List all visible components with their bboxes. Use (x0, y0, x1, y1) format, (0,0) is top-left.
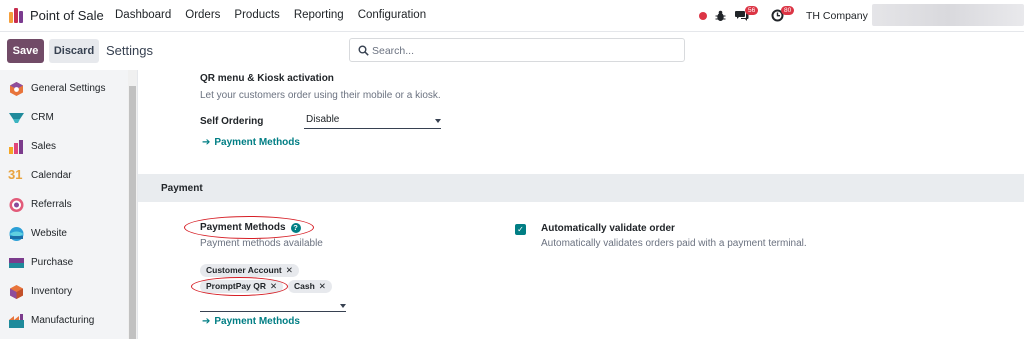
sidebar-item-label: General Settings (31, 83, 106, 94)
search-bar[interactable] (349, 38, 685, 62)
self-ordering-label: Self Ordering (200, 116, 264, 127)
inventory-icon (10, 284, 23, 299)
self-ordering-select[interactable]: Disable (304, 112, 441, 129)
menu-orders[interactable]: Orders (185, 9, 220, 21)
arrow-right-icon: ➔ (202, 137, 211, 148)
status-dot-icon[interactable] (699, 12, 707, 20)
settings-sidebar: General Settings CRM Sales 31 Calendar R… (0, 70, 138, 339)
discard-button[interactable]: Discard (49, 39, 99, 63)
referrals-icon (9, 197, 24, 212)
user-avatar-redacted[interactable] (872, 4, 1024, 26)
search-icon (358, 45, 369, 56)
manufacturing-icon (9, 313, 24, 328)
calendar-icon: 31 (8, 167, 23, 182)
arrow-right-icon: ➔ (202, 316, 211, 327)
payment-methods-link[interactable]: ➔ Payment Methods (202, 316, 300, 327)
sidebar-item-label: Referrals (31, 199, 72, 210)
tag-label: Cash (294, 281, 315, 291)
auto-validate-checkbox[interactable]: ✓ (515, 224, 526, 235)
sidebar-item-label: Inventory (31, 286, 73, 297)
tag-cash: Cash ✕ (288, 280, 332, 293)
self-order-payment-methods-link[interactable]: ➔ Payment Methods (202, 137, 300, 148)
tag-customer-account: Customer Account ✕ (200, 264, 299, 277)
general-settings-icon (10, 81, 23, 96)
sidebar-item-label: Website (31, 228, 67, 239)
sidebar-item-crm[interactable]: CRM (0, 103, 128, 132)
sidebar-item-label: Sales (31, 141, 57, 152)
sidebar-item-website[interactable]: Website (0, 219, 128, 248)
auto-validate-description: Automatically validates orders paid with… (541, 238, 807, 249)
settings-content: QR menu & Kiosk activation Let your cust… (138, 70, 1024, 339)
chevron-down-icon (435, 119, 441, 123)
menu-configuration[interactable]: Configuration (358, 9, 426, 21)
chevron-down-icon (340, 304, 346, 308)
sidebar-item-label: Manufacturing (31, 315, 95, 326)
link-label: Payment Methods (214, 137, 300, 148)
menu-products[interactable]: Products (234, 9, 279, 21)
sidebar-item-label: CRM (31, 112, 54, 123)
sidebar-item-sales[interactable]: Sales (0, 132, 128, 161)
highlight-ellipse-promptpay (191, 277, 288, 296)
auto-validate-title: Automatically validate order (541, 223, 675, 234)
point-of-sale-app-icon[interactable] (9, 8, 25, 23)
search-input[interactable] (372, 43, 672, 58)
bug-icon[interactable] (715, 10, 726, 22)
menu-reporting[interactable]: Reporting (294, 9, 344, 21)
sidebar-item-calendar[interactable]: 31 Calendar (0, 161, 128, 190)
tag-label: Customer Account (206, 265, 282, 275)
sidebar-item-label: Calendar (31, 170, 72, 181)
control-panel: Save Discard Settings (0, 32, 1024, 70)
payment-methods-description: Payment methods available (200, 238, 323, 249)
sidebar-item-purchase[interactable]: Purchase (0, 248, 128, 277)
payment-section-header: Payment (138, 174, 1024, 202)
remove-tag-icon[interactable]: ✕ (319, 281, 326, 291)
website-icon (9, 226, 24, 241)
sidebar-item-referrals[interactable]: Referrals (0, 190, 128, 219)
self-order-title: QR menu & Kiosk activation (200, 73, 334, 84)
highlight-ellipse-payment-methods (184, 216, 314, 239)
sidebar-item-manufacturing[interactable]: Manufacturing (0, 306, 128, 335)
sidebar-scrollbar-thumb[interactable] (129, 86, 136, 339)
messages-badge: 56 (745, 6, 759, 15)
sidebar-item-general-settings[interactable]: General Settings (0, 74, 128, 103)
save-button[interactable]: Save (7, 39, 44, 63)
link-label: Payment Methods (214, 316, 300, 327)
self-ordering-value: Disable (306, 114, 340, 125)
breadcrumb: Settings (106, 43, 153, 58)
company-switcher[interactable]: TH Company (806, 10, 868, 22)
menu-dashboard[interactable]: Dashboard (115, 9, 171, 21)
sales-icon (9, 139, 23, 154)
sidebar-item-inventory[interactable]: Inventory (0, 277, 128, 306)
payment-methods-field[interactable] (200, 300, 346, 312)
crm-icon (9, 112, 24, 123)
sidebar-item-label: Purchase (31, 257, 74, 268)
self-order-description: Let your customers order using their mob… (200, 90, 441, 101)
remove-tag-icon[interactable]: ✕ (286, 265, 293, 275)
main-menu: Dashboard Orders Products Reporting Conf… (115, 9, 440, 21)
activities-badge: 80 (781, 6, 795, 15)
purchase-icon (9, 257, 24, 268)
top-navbar: Point of Sale Dashboard Orders Products … (0, 0, 1024, 32)
app-name[interactable]: Point of Sale (30, 8, 104, 23)
